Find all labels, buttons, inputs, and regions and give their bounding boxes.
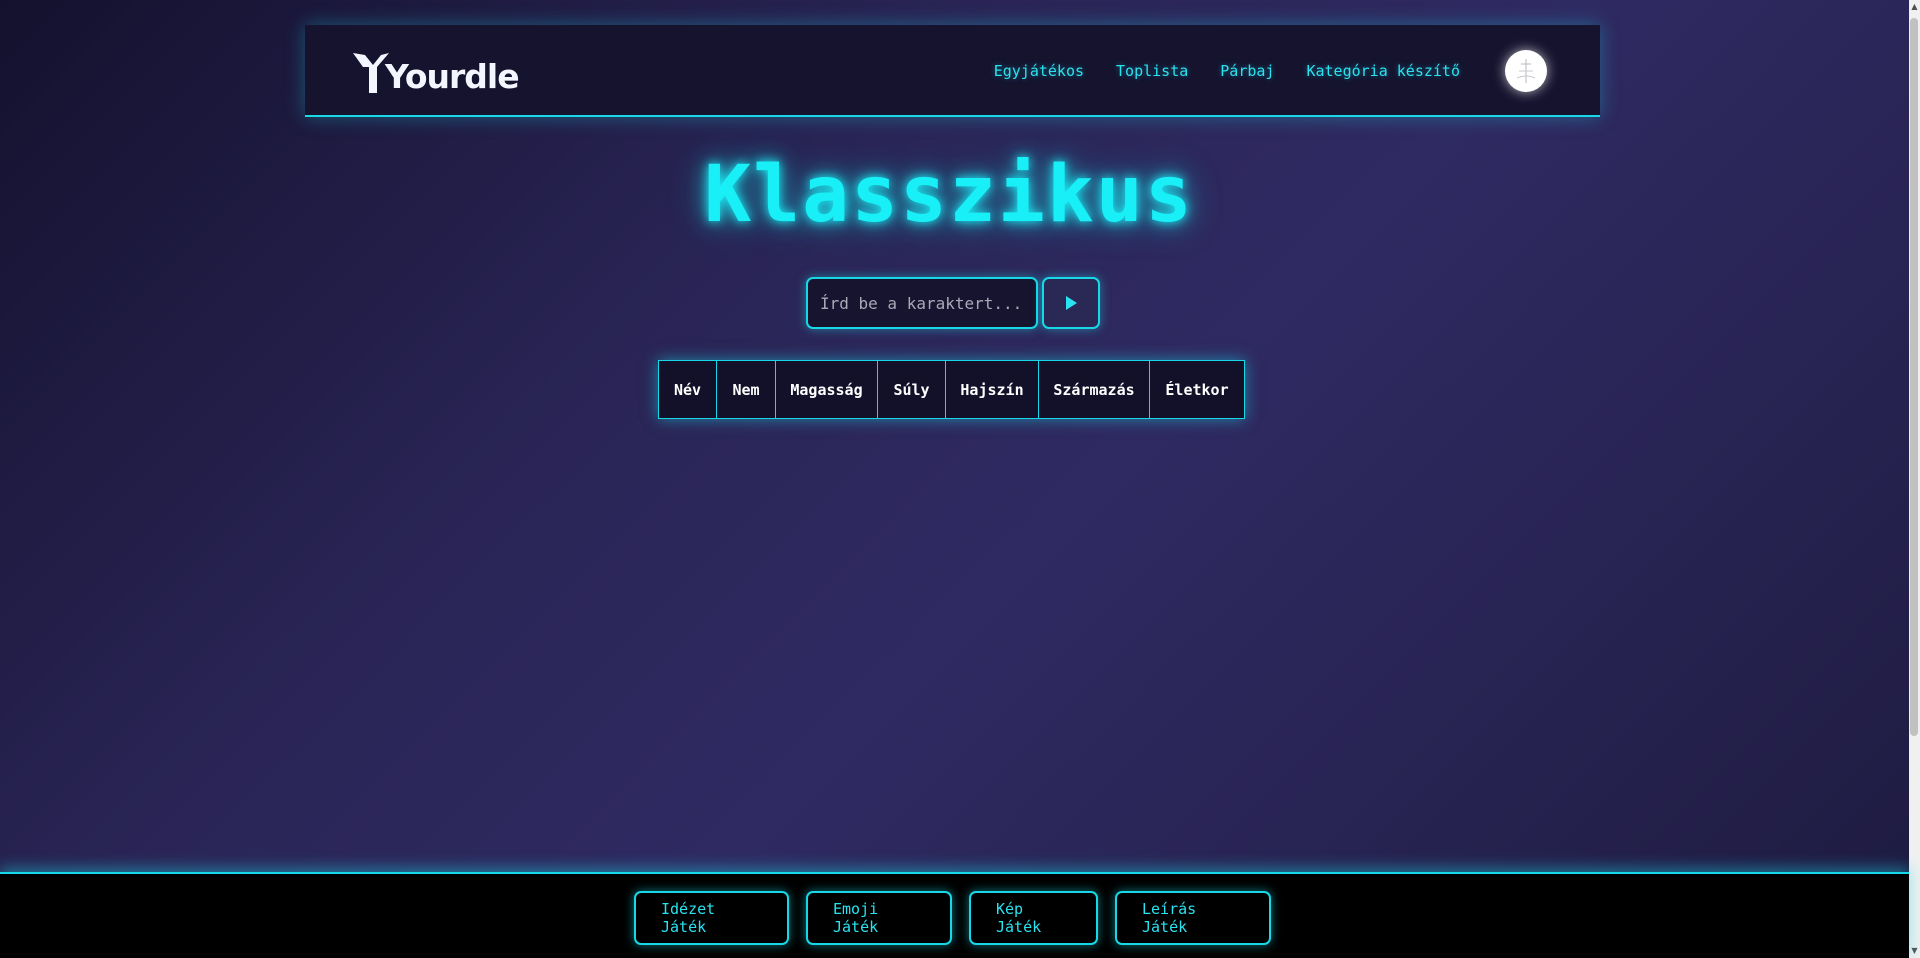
top-navbar: Yourdle Egyjátékos Toplista Párbaj Kateg…	[305, 25, 1600, 117]
column-header-hair-color: Hajszín	[946, 361, 1039, 418]
scroll-down-arrow-icon[interactable]: ▼	[1910, 944, 1919, 958]
column-header-weight: Súly	[878, 361, 946, 418]
nav-duel[interactable]: Párbaj	[1220, 62, 1274, 80]
submit-guess-button[interactable]	[1042, 277, 1100, 329]
column-header-origin: Származás	[1039, 361, 1150, 418]
column-header-name: Név	[659, 361, 717, 418]
emoji-game-button[interactable]: Emoji Játék	[806, 891, 952, 945]
page-title: Klasszikus	[704, 150, 1194, 240]
user-avatar[interactable]	[1505, 50, 1547, 92]
scrollbar-thumb[interactable]	[1910, 18, 1918, 736]
game-mode-buttons: Idézet Játék Emoji Játék Kép Játék Leírá…	[634, 891, 1271, 945]
image-game-button[interactable]: Kép Játék	[969, 891, 1098, 945]
nav-category-creator[interactable]: Kategória készítő	[1306, 62, 1460, 80]
play-icon	[1066, 296, 1077, 310]
main-nav: Egyjátékos Toplista Párbaj Kategória kés…	[994, 25, 1460, 117]
user-avatar-icon	[1516, 59, 1536, 83]
game-mode-footer: Idézet Játék Emoji Játék Kép Játék Leírá…	[0, 872, 1909, 958]
description-game-button[interactable]: Leírás Játék	[1115, 891, 1271, 945]
column-header-height: Magasság	[776, 361, 878, 418]
character-search-input[interactable]	[806, 277, 1038, 329]
column-header-age: Életkor	[1165, 380, 1229, 399]
page-scrollbar[interactable]: ▲ ▼	[1909, 0, 1920, 958]
yourdle-logo[interactable]: Yourdle	[351, 47, 520, 96]
nav-singleplayer[interactable]: Egyjátékos	[994, 62, 1084, 80]
nav-leaderboard[interactable]: Toplista	[1116, 62, 1188, 80]
guess-table-header: Név Nem Magasság Súly Hajszín Származás …	[658, 360, 1245, 419]
quote-game-button[interactable]: Idézet Játék	[634, 891, 789, 945]
logo-text: Yourdle	[385, 57, 520, 96]
character-search	[806, 277, 1100, 329]
scroll-up-arrow-icon[interactable]: ▲	[1910, 0, 1919, 14]
column-header-gender: Nem	[717, 361, 776, 418]
